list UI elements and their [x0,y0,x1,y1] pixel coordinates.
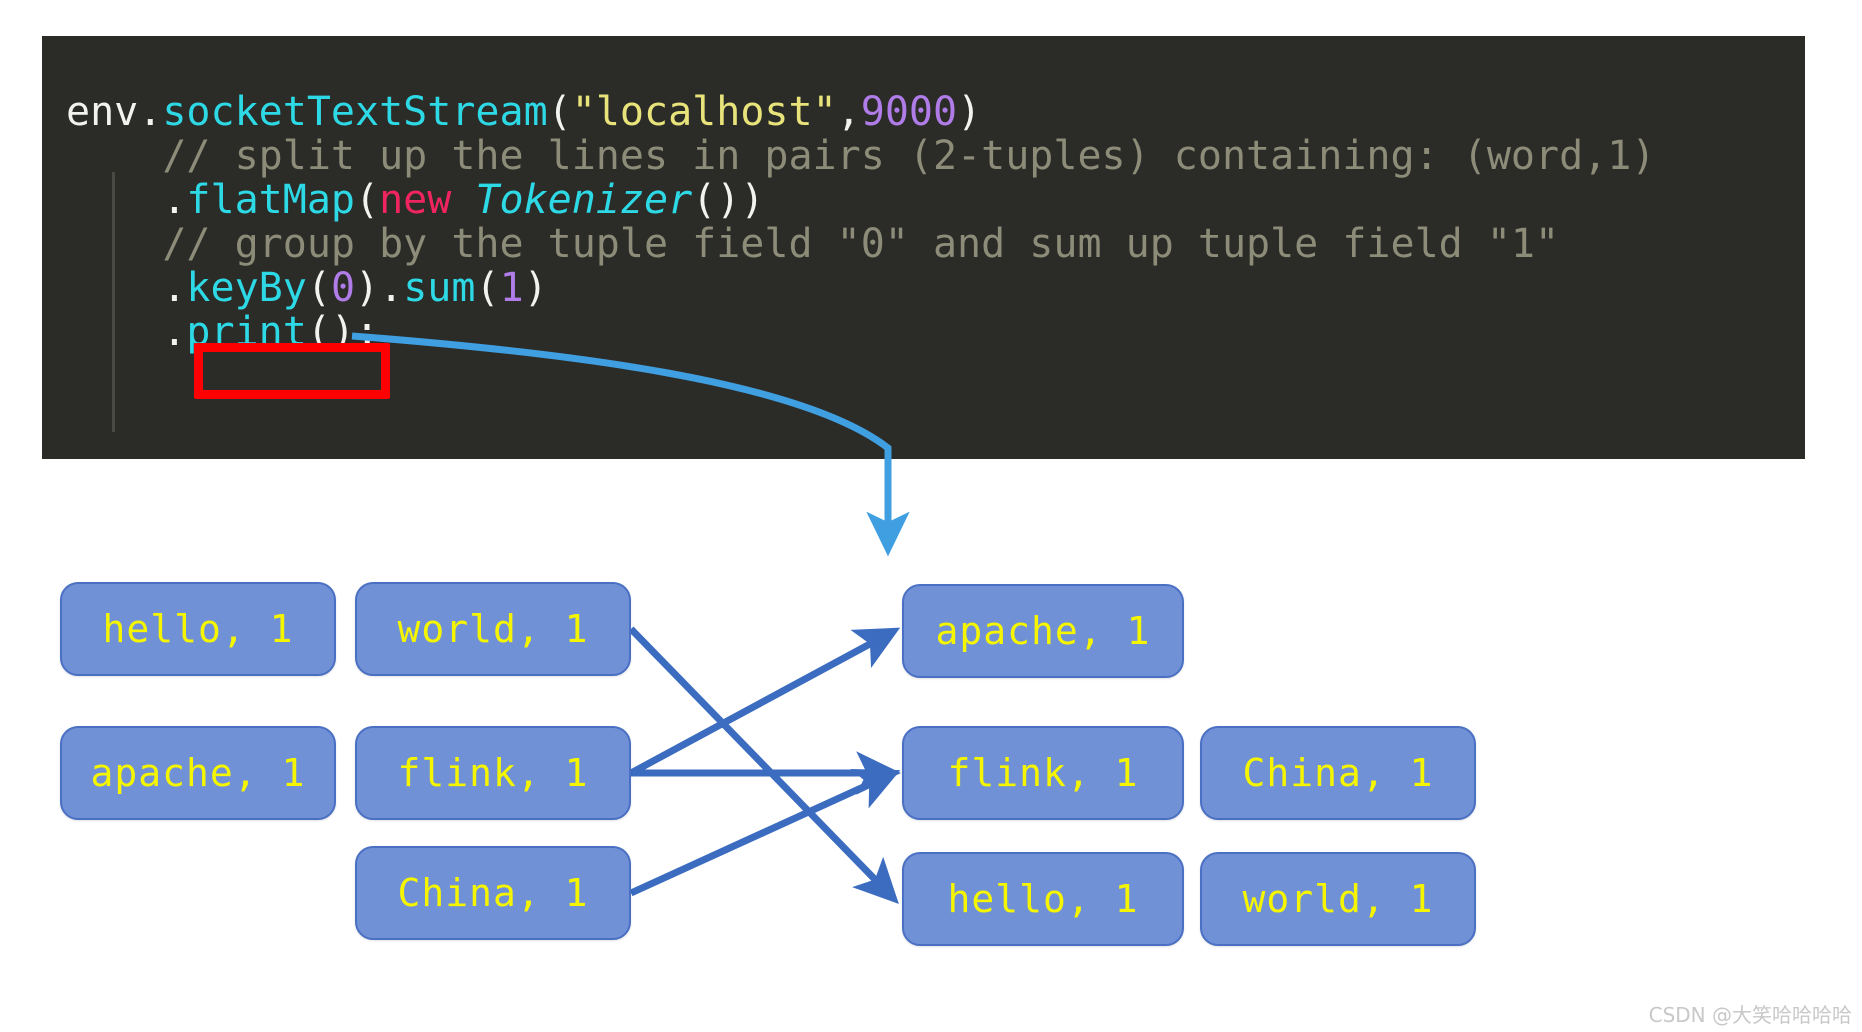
word-count-box: China, 1 [355,846,631,940]
csdn-watermark: CSDN @大笑哈哈哈哈 [1648,1003,1852,1027]
word-count-label: flink, 1 [397,751,589,795]
shuffle-arrow [629,627,901,777]
shuffle-connections [628,626,901,905]
word-count-label: world, 1 [397,607,589,651]
word-count-label: apache, 1 [90,751,306,795]
word-count-box: world, 1 [1200,852,1476,946]
word-count-box: hello, 1 [902,852,1184,946]
shuffle-arrow [628,626,899,905]
word-count-label: China, 1 [397,871,589,915]
word-count-box: world, 1 [355,582,631,676]
word-count-box: apache, 1 [902,584,1184,678]
word-count-label: China, 1 [1242,751,1434,795]
diagram-page: env.socketTextStream("localhost",9000) /… [0,0,1862,1032]
word-count-label: apache, 1 [935,609,1151,653]
word-count-box: apache, 1 [60,726,336,820]
word-count-box: flink, 1 [902,726,1184,820]
keyby-flow-arrow [351,332,910,557]
word-count-box: hello, 1 [60,582,336,676]
word-count-label: hello, 1 [947,877,1139,921]
word-count-label: world, 1 [1242,877,1434,921]
word-count-label: flink, 1 [947,751,1139,795]
shuffle-arrow [629,768,901,897]
word-count-box: China, 1 [1200,726,1476,820]
word-count-box: flink, 1 [355,726,631,820]
word-count-label: hello, 1 [102,607,294,651]
